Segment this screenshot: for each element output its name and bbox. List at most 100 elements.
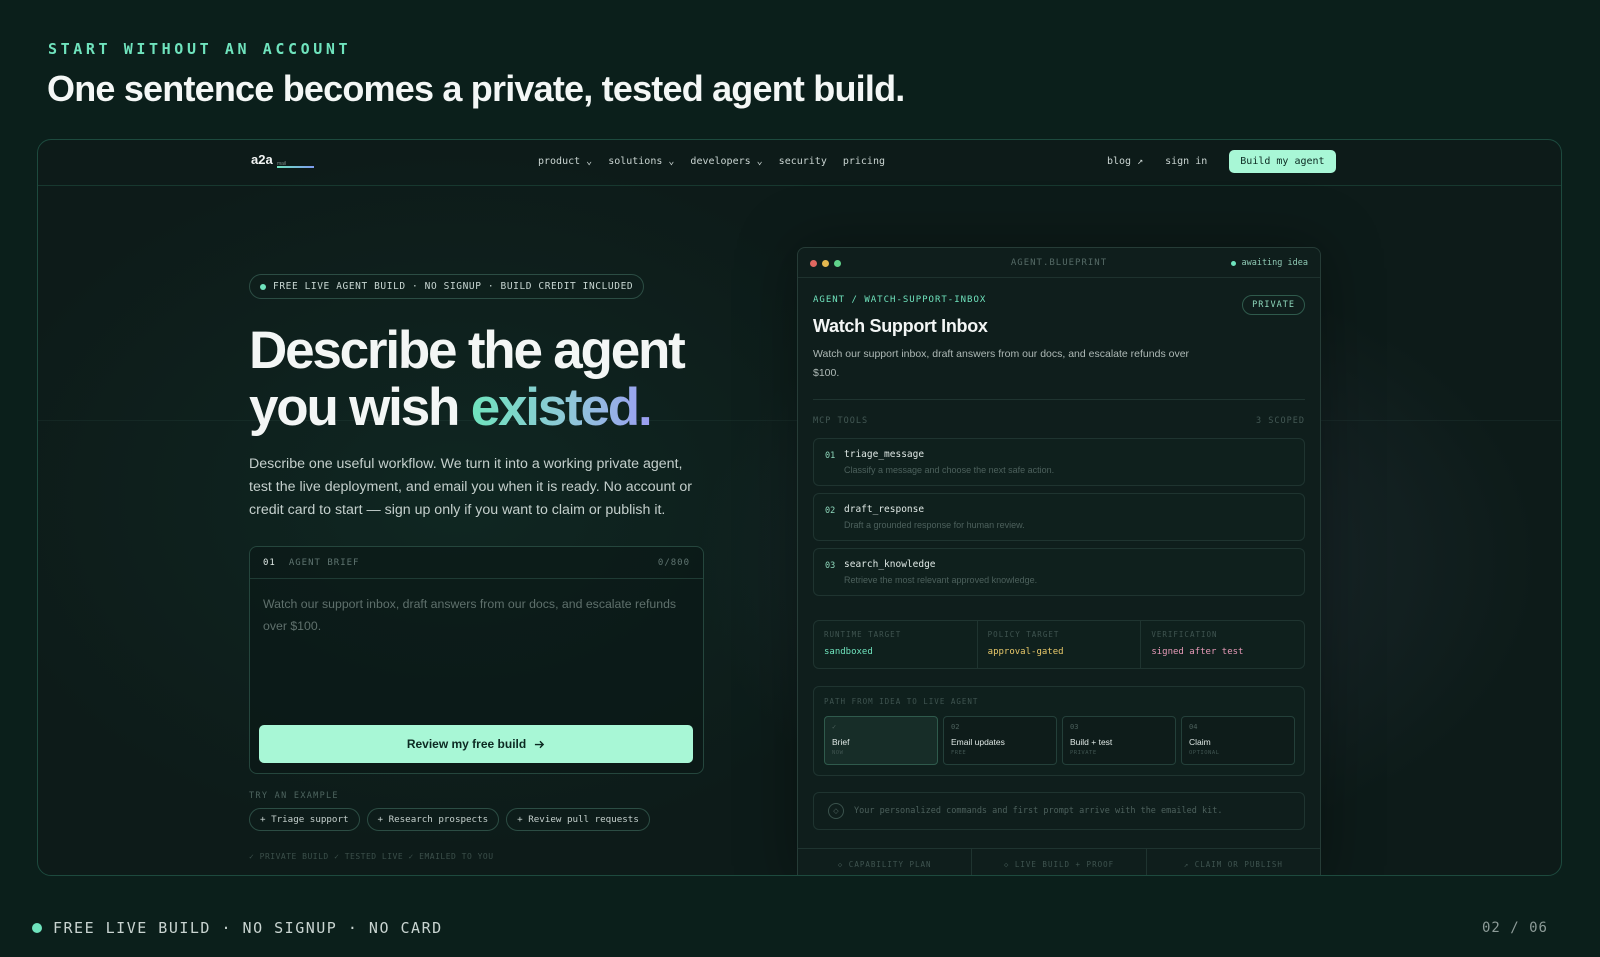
logo-underline	[277, 166, 314, 168]
tool-description: Classify a message and choose the next s…	[844, 465, 1055, 475]
emailed-kit-note: ◇ Your personalized commands and first p…	[813, 792, 1305, 830]
slide-footer-text: FREE LIVE BUILD · NO SIGNUP · NO CARD	[53, 919, 443, 937]
verification-target: VERIFICATION signed after test	[1141, 621, 1304, 668]
status-dot-icon	[32, 923, 42, 933]
agent-brief-number: 01	[263, 557, 276, 568]
path-panel: PATH FROM IDEA TO LIVE AGENT ✓ Brief NOW…	[813, 686, 1305, 776]
status-dot-icon	[1231, 260, 1237, 266]
hero-headline-line2: you wish	[249, 378, 471, 437]
tool-name: triage_message	[844, 449, 925, 460]
nav-link-solutions[interactable]: solutions ⌄	[608, 156, 674, 167]
slide-title: One sentence becomes a private, tested a…	[47, 68, 905, 109]
tool-description: Retrieve the most relevant approved know…	[844, 575, 1038, 585]
nav-link-product[interactable]: product ⌄	[538, 156, 592, 167]
mcp-tools-header: MCP TOOLS 3 SCOPED	[813, 416, 1305, 426]
step-sub: OPTIONAL	[1189, 750, 1220, 756]
mcp-tools-count: 3 SCOPED	[1256, 416, 1305, 426]
tool-description: Draft a grounded response for human revi…	[844, 520, 1025, 530]
nav-links: product ⌄ solutions ⌄ developers ⌄ secur…	[538, 156, 901, 167]
path-label: PATH FROM IDEA TO LIVE AGENT	[824, 697, 979, 706]
hero-pill-badge: FREE LIVE AGENT BUILD · NO SIGNUP · BUIL…	[249, 274, 645, 299]
hero-paragraph: Describe one useful workflow. We turn it…	[249, 456, 692, 518]
step-sub: PRIVATE	[1070, 750, 1097, 756]
review-button-label: Review my free build	[406, 737, 527, 751]
logo[interactable]: a2a	[251, 152, 273, 167]
tool-row-draft-response: 02 draft_response Draft a grounded respo…	[813, 493, 1305, 541]
build-my-agent-button[interactable]: Build my agent	[1229, 150, 1336, 173]
step-sub: NOW	[832, 750, 844, 756]
hero-headline-line1: Describe the agent	[249, 321, 686, 380]
tab-claim-or-publish[interactable]: ↗ CLAIM OR PUBLISH	[1147, 849, 1320, 875]
blueprint-title: Watch Support Inbox	[813, 316, 988, 336]
tool-number: 01	[825, 451, 836, 461]
target-value: signed after test	[1151, 647, 1244, 657]
example-chip-triage-support[interactable]: + Triage support	[249, 808, 360, 831]
step-name: Email updates	[951, 737, 1005, 747]
agent-brief-panel: 01 AGENT BRIEF 0/800 Watch our support i…	[249, 546, 704, 774]
runtime-target: RUNTIME TARGET sandboxed	[814, 621, 978, 668]
blueprint-titlebar: AGENT.BLUEPRINT awaiting idea	[798, 248, 1320, 278]
checkmark-icon: ✓	[832, 723, 837, 731]
tool-name: search_knowledge	[844, 559, 936, 570]
example-chip-review-pull-requests[interactable]: + Review pull requests	[506, 808, 650, 831]
private-badge: PRIVATE	[1242, 295, 1305, 315]
nav-right: blog ↗ sign in Build my agent	[1107, 150, 1336, 173]
tool-row-triage-message: 01 triage_message Classify a message and…	[813, 438, 1305, 486]
blueprint-description: Watch our support inbox, draft answers f…	[813, 348, 1190, 379]
arrow-right-icon	[535, 740, 545, 748]
hero-headline-accent: existed.	[470, 378, 653, 437]
nav-link-security[interactable]: security	[779, 156, 827, 167]
target-value: sandboxed	[824, 647, 873, 657]
agent-brief-textarea[interactable]: Watch our support inbox, draft answers f…	[263, 593, 688, 637]
step-name: Claim	[1189, 737, 1211, 747]
example-chip-research-prospects[interactable]: + Research prospects	[366, 808, 500, 831]
agent-brief-header: 01 AGENT BRIEF 0/800	[250, 547, 703, 579]
blueprint-status: awaiting idea	[1231, 258, 1308, 268]
kit-text: Your personalized commands and first pro…	[854, 806, 1223, 816]
target-label: POLICY TARGET	[987, 630, 1060, 639]
nav-link-pricing[interactable]: pricing	[843, 156, 885, 167]
path-steps: ✓ Brief NOW 02 Email updates FREE 03 Bui…	[824, 716, 1295, 765]
example-chips: + Triage support + Research prospects + …	[249, 808, 650, 831]
tab-live-build-proof[interactable]: ◇ LIVE BUILD + PROOF	[972, 849, 1147, 875]
browser-frame: a2a mail product ⌄ solutions ⌄ developer…	[37, 139, 1562, 876]
status-dot-icon	[260, 283, 266, 290]
mcp-tools-label: MCP TOOLS	[813, 416, 869, 426]
tool-number: 03	[825, 561, 836, 571]
step-number: 02	[951, 723, 960, 731]
diamond-icon: ◇	[828, 803, 844, 819]
step-brief: ✓ Brief NOW	[824, 716, 938, 765]
tool-name: draft_response	[844, 504, 925, 515]
nav-link-blog[interactable]: blog ↗	[1107, 156, 1143, 167]
tab-capability-plan[interactable]: ◇ CAPABILITY PLAN	[798, 849, 973, 875]
agent-brief-label: AGENT BRIEF	[288, 557, 360, 568]
review-my-free-build-button[interactable]: Review my free build	[259, 725, 693, 763]
step-sub: FREE	[951, 750, 967, 756]
step-number: 04	[1189, 723, 1198, 731]
target-label: VERIFICATION	[1151, 630, 1218, 639]
blueprint-status-text: awaiting idea	[1241, 258, 1308, 268]
target-label: RUNTIME TARGET	[824, 630, 902, 639]
policy-target: POLICY TARGET approval-gated	[978, 621, 1142, 668]
agent-brief-counter: 0/800	[657, 557, 690, 568]
step-name: Build + test	[1070, 737, 1113, 747]
step-email-updates: 02 Email updates FREE	[943, 716, 1057, 765]
site-nav: a2a mail product ⌄ solutions ⌄ developer…	[38, 140, 1561, 186]
hero-pill-text: FREE LIVE AGENT BUILD · NO SIGNUP · BUIL…	[273, 281, 634, 292]
target-value: approval-gated	[987, 647, 1064, 657]
divider	[813, 399, 1305, 400]
tool-row-search-knowledge: 03 search_knowledge Retrieve the most re…	[813, 548, 1305, 596]
try-example-label: TRY AN EXAMPLE	[249, 791, 339, 801]
nav-link-developers[interactable]: developers ⌄	[690, 156, 762, 167]
step-claim: 04 Claim OPTIONAL	[1181, 716, 1295, 765]
nav-link-sign-in[interactable]: sign in	[1165, 156, 1207, 167]
trust-row: ✓ PRIVATE BUILD ✓ TESTED LIVE ✓ EMAILED …	[249, 852, 494, 861]
blueprint-breadcrumb: AGENT / WATCH-SUPPORT-INBOX	[813, 295, 987, 305]
hero-headline: Describe the agent you wish existed.	[249, 322, 749, 436]
slide-eyebrow: START WITHOUT AN ACCOUNT	[48, 40, 352, 58]
tool-number: 02	[825, 506, 836, 516]
step-number: 03	[1070, 723, 1079, 731]
slide-footer-badge: FREE LIVE BUILD · NO SIGNUP · NO CARD	[32, 919, 443, 937]
targets-row: RUNTIME TARGET sandboxed POLICY TARGET a…	[813, 620, 1305, 669]
step-name: Brief	[832, 737, 850, 747]
